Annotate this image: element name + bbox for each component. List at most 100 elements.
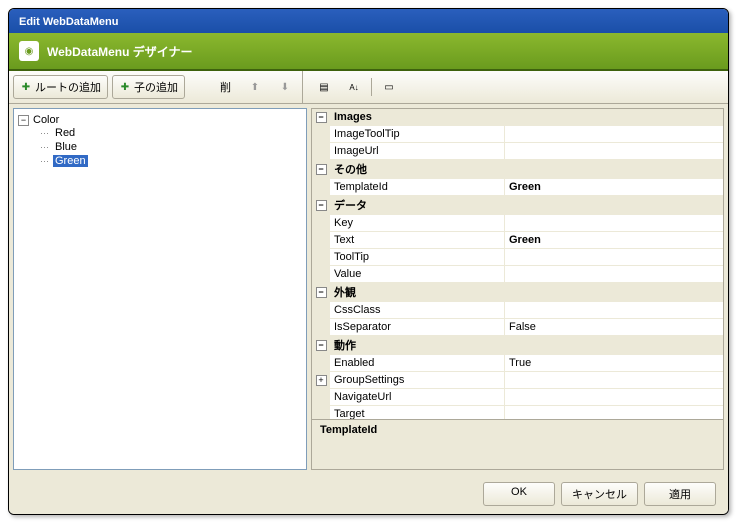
toolbar-separator	[371, 78, 372, 96]
property-category[interactable]: −外観	[312, 283, 723, 302]
property-name: CssClass	[330, 302, 505, 318]
description-panel: TemplateId	[311, 420, 724, 470]
tree-node-root[interactable]: − Color	[18, 114, 302, 126]
category-label: Images	[330, 109, 723, 125]
plus-child-icon: ✚	[119, 81, 131, 93]
property-row[interactable]: CssClass	[312, 302, 723, 319]
collapse-icon[interactable]: −	[316, 200, 327, 211]
collapse-icon[interactable]: −	[316, 340, 327, 351]
property-row[interactable]: Target	[312, 406, 723, 420]
tree-item-label[interactable]: Blue	[53, 141, 79, 153]
property-value[interactable]: False	[505, 319, 723, 335]
category-label: その他	[330, 160, 723, 178]
category-label: 外観	[330, 283, 723, 301]
property-row[interactable]: Key	[312, 215, 723, 232]
property-row[interactable]: TemplateIdGreen	[312, 179, 723, 196]
category-label: 動作	[330, 336, 723, 354]
property-row[interactable]: NavigateUrl	[312, 389, 723, 406]
property-grid[interactable]: −ImagesImageToolTipImageUrl−その他TemplateI…	[311, 108, 724, 420]
collapse-icon[interactable]: −	[316, 112, 327, 123]
toolbar: ✚ ルートの追加 ✚ 子の追加 削 ⬆ ⬇ ▤ A↓	[9, 71, 728, 104]
tree-item-label[interactable]: Red	[53, 127, 77, 139]
plus-icon: ✚	[20, 81, 32, 93]
tree-connector-icon: ⋯	[40, 156, 49, 167]
property-name: Target	[330, 406, 505, 420]
property-category[interactable]: −その他	[312, 160, 723, 179]
property-row[interactable]: ImageToolTip	[312, 126, 723, 143]
property-category[interactable]: −Images	[312, 109, 723, 126]
property-value[interactable]	[505, 143, 723, 159]
property-name: GroupSettings	[330, 372, 505, 388]
property-row[interactable]: TextGreen	[312, 232, 723, 249]
property-row[interactable]: ToolTip	[312, 249, 723, 266]
property-row[interactable]: EnabledTrue	[312, 355, 723, 372]
add-root-button[interactable]: ✚ ルートの追加	[13, 75, 108, 99]
app-icon: ◉	[19, 41, 39, 61]
expand-icon[interactable]: +	[316, 375, 327, 386]
button-bar: OK キャンセル 適用	[9, 474, 728, 514]
collapse-icon[interactable]: −	[316, 164, 327, 175]
property-row[interactable]: Value	[312, 266, 723, 283]
property-row[interactable]: IsSeparatorFalse	[312, 319, 723, 336]
property-value[interactable]	[505, 266, 723, 282]
tree-connector-icon: ⋯	[40, 142, 49, 153]
property-name: Key	[330, 215, 505, 231]
property-name: ImageUrl	[330, 143, 505, 159]
tree-node[interactable]: ⋯ Blue	[40, 141, 302, 153]
delete-button[interactable]: 削	[213, 75, 238, 99]
property-pages-button[interactable]: ▭	[376, 77, 402, 97]
property-name: Text	[330, 232, 505, 248]
arrow-up-icon: ⬆	[249, 81, 261, 93]
property-name: NavigateUrl	[330, 389, 505, 405]
designer-header: ◉ WebDataMenu デザイナー	[9, 33, 728, 71]
alphabetical-button[interactable]: A↓	[341, 77, 367, 97]
tree-item-label[interactable]: Green	[53, 155, 88, 167]
apply-button[interactable]: 適用	[644, 482, 716, 506]
property-name: Enabled	[330, 355, 505, 371]
property-name: TemplateId	[330, 179, 505, 195]
categorized-icon: ▤	[318, 81, 330, 93]
property-value[interactable]: Green	[505, 232, 723, 248]
property-name: Value	[330, 266, 505, 282]
collapse-icon[interactable]: −	[18, 115, 29, 126]
body: − Color ⋯Red⋯Blue⋯Green −ImagesImageTool…	[9, 104, 728, 474]
categorized-button[interactable]: ▤	[311, 77, 337, 97]
dialog-window: Edit WebDataMenu ◉ WebDataMenu デザイナー ✚ ル…	[8, 8, 729, 515]
tree-root-label[interactable]: Color	[31, 114, 61, 126]
property-value[interactable]	[505, 249, 723, 265]
property-category[interactable]: −動作	[312, 336, 723, 355]
property-value[interactable]	[505, 389, 723, 405]
property-category[interactable]: −データ	[312, 196, 723, 215]
property-value[interactable]	[505, 215, 723, 231]
property-name: ToolTip	[330, 249, 505, 265]
page-icon: ▭	[383, 81, 395, 93]
description-title: TemplateId	[320, 424, 715, 436]
property-value[interactable]: Green	[505, 179, 723, 195]
property-row[interactable]: ImageUrl	[312, 143, 723, 160]
property-name: IsSeparator	[330, 319, 505, 335]
cancel-button[interactable]: キャンセル	[561, 482, 638, 506]
property-row[interactable]: +GroupSettings	[312, 372, 723, 389]
property-name: ImageToolTip	[330, 126, 505, 142]
window-title: Edit WebDataMenu	[19, 16, 118, 28]
property-value[interactable]	[505, 302, 723, 318]
delete-label: 削	[220, 79, 231, 95]
add-child-label: 子の追加	[134, 79, 178, 95]
category-label: データ	[330, 196, 723, 214]
tree-toolbar: ✚ ルートの追加 ✚ 子の追加 削 ⬆ ⬇	[9, 71, 303, 103]
property-toolbar: ▤ A↓ ▭	[303, 71, 728, 103]
title-bar[interactable]: Edit WebDataMenu	[9, 9, 728, 33]
add-child-button[interactable]: ✚ 子の追加	[112, 75, 185, 99]
collapse-icon[interactable]: −	[316, 287, 327, 298]
move-up-button[interactable]: ⬆	[242, 77, 268, 97]
property-value[interactable]	[505, 406, 723, 420]
property-value[interactable]	[505, 372, 723, 388]
ok-button[interactable]: OK	[483, 482, 555, 506]
tree-node[interactable]: ⋯Red	[40, 127, 302, 139]
move-down-button[interactable]: ⬇	[272, 77, 298, 97]
property-value[interactable]	[505, 126, 723, 142]
tree-node[interactable]: ⋯ Green	[40, 155, 302, 167]
tree-panel[interactable]: − Color ⋯Red ⋯ Blue ⋯ Green	[13, 108, 307, 470]
property-value[interactable]: True	[505, 355, 723, 371]
add-root-label: ルートの追加	[35, 79, 101, 95]
